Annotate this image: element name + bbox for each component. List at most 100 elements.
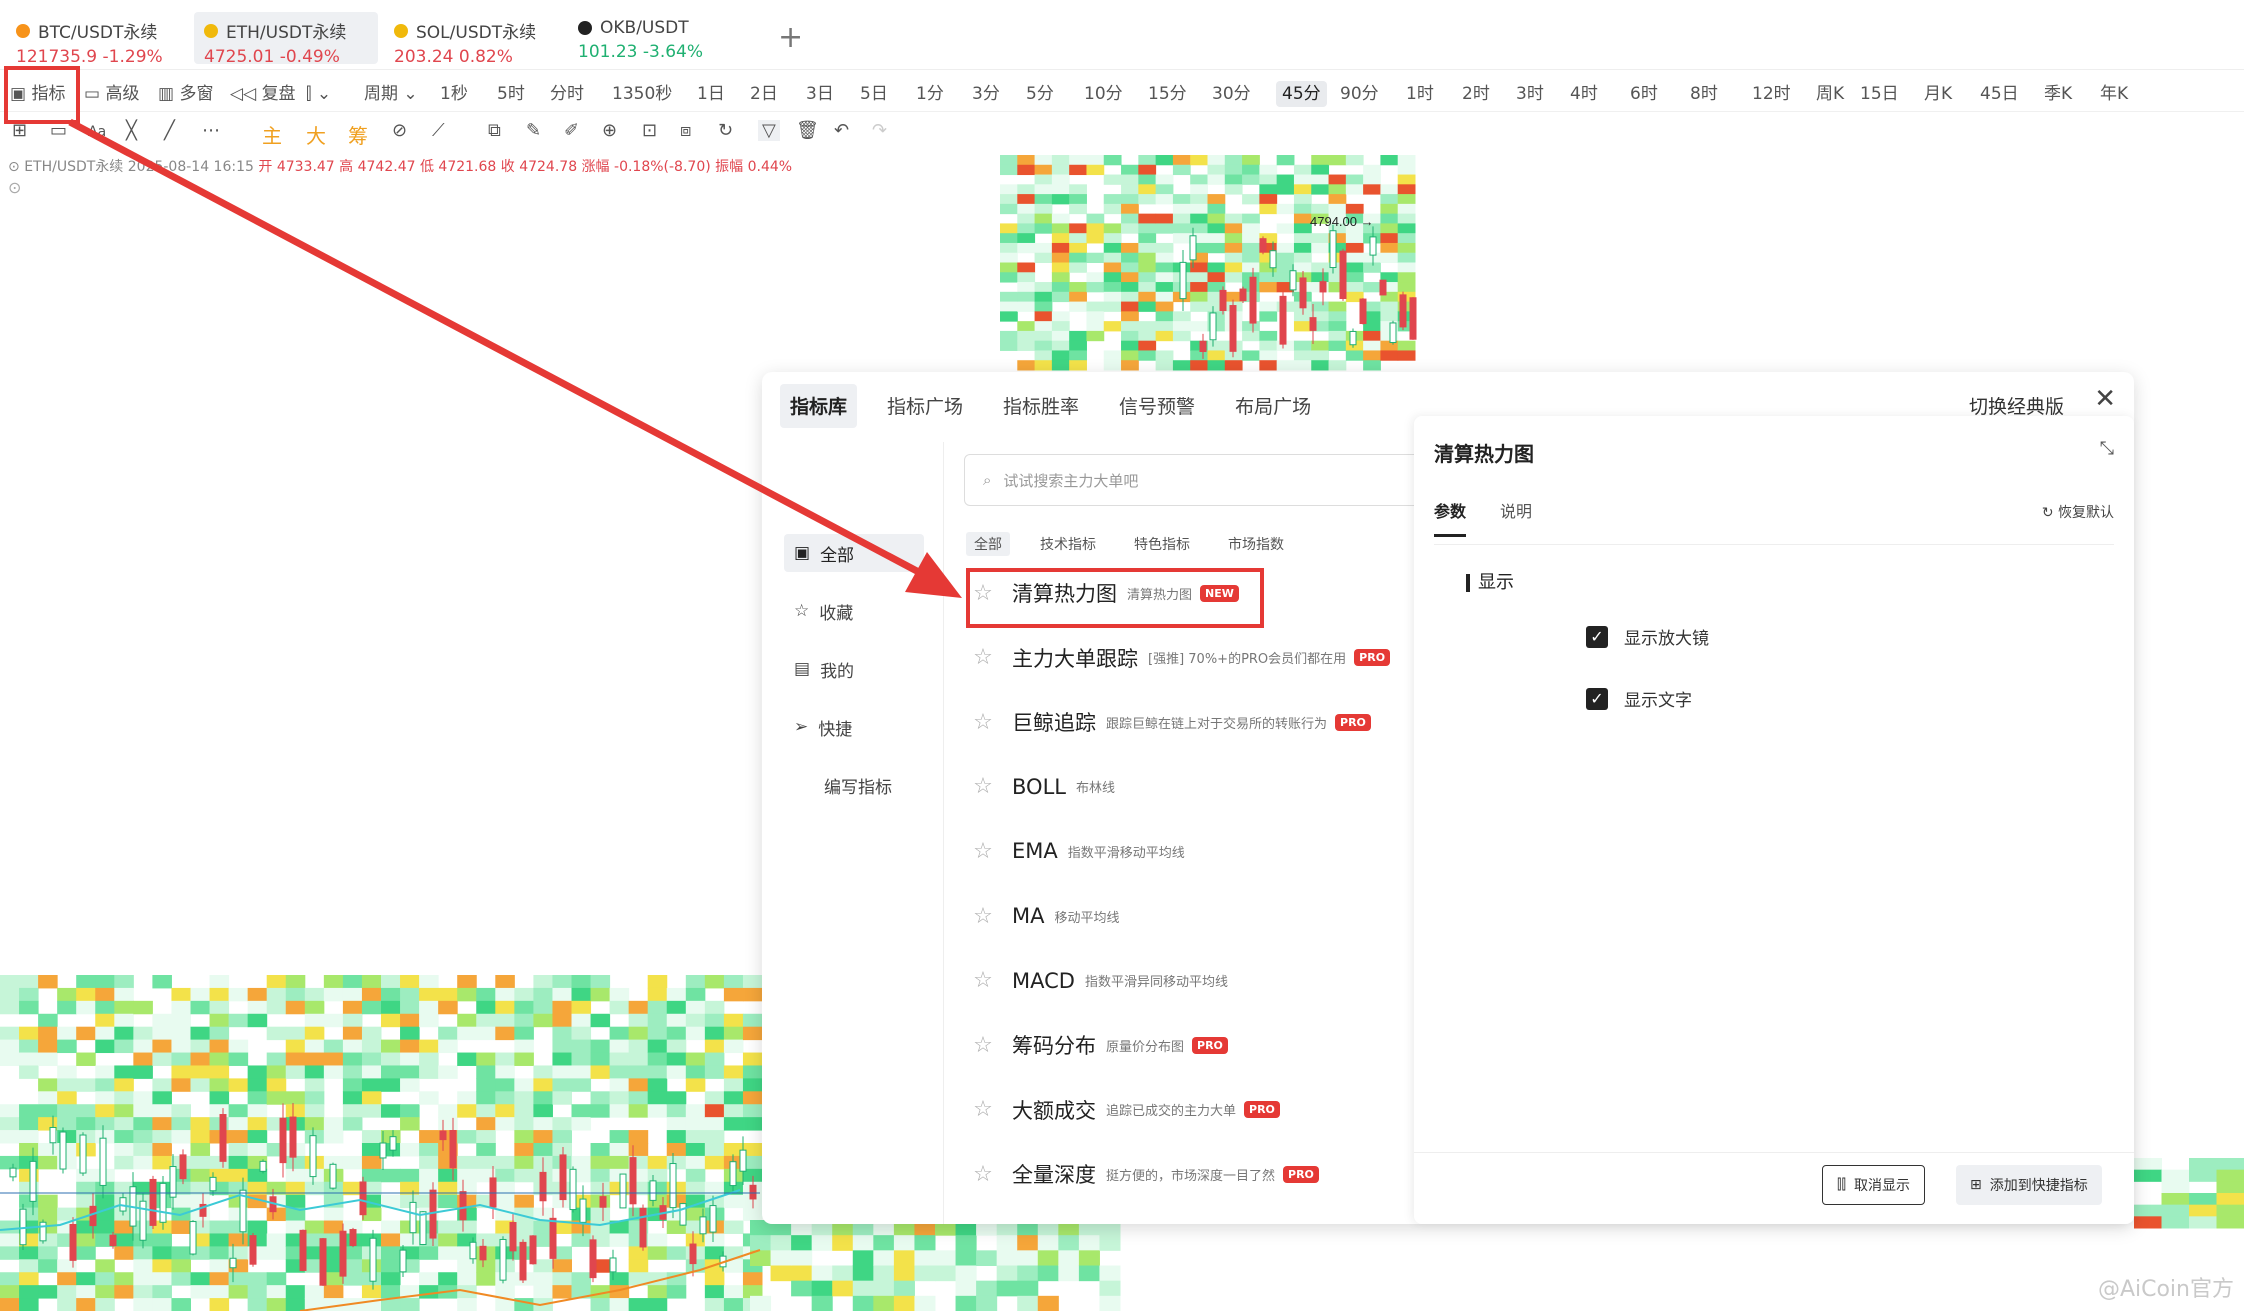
period-option[interactable]: 季K: [2044, 81, 2072, 107]
period-option[interactable]: 2日: [750, 81, 778, 107]
star-icon[interactable]: ☆: [964, 1162, 1002, 1187]
filter-icon[interactable]: ▽: [758, 120, 780, 141]
sidebar-item-favorites[interactable]: ☆ 收藏: [784, 592, 924, 630]
cancel-display-button[interactable]: ⫿⫿ 取消显示: [1822, 1165, 1925, 1205]
draw-a-icon[interactable]: ⊘: [392, 120, 407, 141]
add-quick-indicator-button[interactable]: ⊞ 添加到快捷指标: [1956, 1165, 2102, 1205]
tab-indicator-square[interactable]: 指标广场: [877, 384, 973, 428]
period-dropdown[interactable]: 周期 ⌄: [364, 81, 418, 107]
sidebar-item-write[interactable]: 编写指标: [784, 766, 924, 804]
period-option[interactable]: 3分: [972, 81, 1000, 107]
big-tool[interactable]: 大: [306, 120, 326, 149]
period-option[interactable]: 4时: [1570, 81, 1598, 107]
period-option[interactable]: 周K: [1816, 81, 1844, 107]
indicator-item[interactable]: ☆ 筹码分布 原量价分布图 PRO: [964, 1022, 1228, 1068]
option-magnifier[interactable]: ✓ 显示放大镜: [1586, 624, 1709, 649]
checkbox-checked-icon[interactable]: ✓: [1586, 687, 1608, 710]
chart-type-button[interactable]: ⫿ ⌄: [306, 81, 331, 107]
indicator-search[interactable]: ⌕ 试试搜索主力大单吧: [964, 454, 1484, 506]
period-option[interactable]: 分时: [550, 81, 584, 107]
line-tool-icon[interactable]: ╱: [164, 120, 175, 141]
undo-icon[interactable]: ↶: [834, 120, 849, 141]
filter-all[interactable]: 全部: [966, 532, 1010, 556]
period-option[interactable]: 15分: [1148, 81, 1187, 107]
trash-icon[interactable]: 🗑: [796, 120, 819, 141]
period-option[interactable]: 1秒: [440, 81, 468, 107]
collapse-icon[interactable]: ⊙: [8, 159, 20, 175]
star-icon[interactable]: ☆: [964, 839, 1002, 864]
period-option[interactable]: 3日: [806, 81, 834, 107]
tab-description[interactable]: 说明: [1500, 498, 1532, 537]
tab-indicator-library[interactable]: 指标库: [780, 384, 858, 428]
filter-technical[interactable]: 技术指标: [1032, 532, 1104, 556]
chip-tool[interactable]: 筹: [348, 120, 368, 149]
tab-okb[interactable]: OKB/USDT 101.23 -3.64%: [568, 12, 738, 64]
option-text[interactable]: ✓ 显示文字: [1586, 686, 1692, 711]
close-icon[interactable]: ✕: [2094, 384, 2116, 414]
star-icon[interactable]: ☆: [964, 968, 1002, 993]
reset-default-button[interactable]: ↻ 恢复默认: [2042, 502, 2114, 522]
period-option[interactable]: 1分: [916, 81, 944, 107]
pencil-icon[interactable]: ✎: [526, 120, 541, 141]
lock-icon[interactable]: ⊡: [642, 120, 657, 141]
sidebar-item-mine[interactable]: ▤ 我的: [784, 650, 924, 688]
more-icon[interactable]: ⋯: [202, 120, 220, 141]
add-tab-button[interactable]: +: [778, 20, 803, 55]
star-icon[interactable]: ☆: [964, 710, 1002, 735]
period-option[interactable]: 6时: [1630, 81, 1658, 107]
period-option[interactable]: 30分: [1212, 81, 1251, 107]
period-option[interactable]: 90分: [1340, 81, 1379, 107]
period-option[interactable]: 5时: [497, 81, 525, 107]
period-option[interactable]: 1日: [697, 81, 725, 107]
period-option[interactable]: 45日: [1980, 81, 2019, 107]
redo-icon[interactable]: ↷: [872, 120, 887, 141]
multi-window-button[interactable]: ▥ 多窗: [158, 81, 213, 107]
indicator-item[interactable]: ☆ 全量深度 挺方便的，市场深度一目了然 PRO: [964, 1151, 1319, 1197]
period-option[interactable]: 2时: [1462, 81, 1490, 107]
cross-line-icon[interactable]: ╳: [126, 120, 137, 141]
tab-layout-square[interactable]: 布局广场: [1225, 384, 1321, 428]
advanced-button[interactable]: ▭ 高级: [84, 81, 139, 107]
filter-market-index[interactable]: 市场指数: [1220, 532, 1292, 556]
period-option[interactable]: 1时: [1406, 81, 1434, 107]
checkbox-checked-icon[interactable]: ✓: [1586, 625, 1608, 648]
indicator-item[interactable]: ☆ MA 移动平均线: [964, 893, 1119, 939]
star-icon[interactable]: ☆: [964, 1097, 1002, 1122]
period-option[interactable]: 15日: [1860, 81, 1899, 107]
star-icon[interactable]: ☆: [964, 904, 1002, 929]
switch-classic-link[interactable]: 切换经典版: [1969, 392, 2064, 419]
period-option[interactable]: 月K: [1924, 81, 1952, 107]
draw-b-icon[interactable]: ⟋: [432, 120, 445, 141]
tab-signal-alert[interactable]: 信号预警: [1109, 384, 1205, 428]
period-option[interactable]: 3时: [1516, 81, 1544, 107]
main-tool[interactable]: 主: [262, 120, 282, 149]
star-icon[interactable]: ☆: [964, 1033, 1002, 1058]
period-option[interactable]: 12时: [1752, 81, 1791, 107]
tab-params[interactable]: 参数: [1434, 498, 1467, 537]
grid-icon[interactable]: ⊞: [12, 120, 27, 141]
filter-featured[interactable]: 特色指标: [1126, 532, 1198, 556]
collapse-icon[interactable]: ⤡: [2100, 438, 2114, 459]
brush-icon[interactable]: ✐: [564, 120, 579, 141]
indicator-item[interactable]: ☆ EMA 指数平滑移动平均线: [964, 828, 1185, 874]
replay-button[interactable]: ◁◁ 复盘: [230, 81, 296, 107]
copy-icon[interactable]: ⧉: [488, 120, 501, 141]
period-option[interactable]: 8时: [1690, 81, 1718, 107]
magnet-icon[interactable]: ↻: [718, 120, 733, 141]
indicator-item[interactable]: ☆ MACD 指数平滑异同移动平均线: [964, 958, 1228, 1004]
measure-icon[interactable]: ⊕: [602, 120, 617, 141]
sidebar-item-all[interactable]: ▣ 全部: [784, 534, 924, 572]
period-option[interactable]: 5分: [1026, 81, 1054, 107]
tab-btc[interactable]: BTC/USDT永续 121735.9 -1.29%: [6, 12, 186, 67]
period-option[interactable]: 1350秒: [612, 81, 672, 107]
indicator-item[interactable]: ☆ BOLL 布林线: [964, 764, 1115, 810]
edit-icon[interactable]: ⧈: [680, 120, 691, 141]
period-option[interactable]: 5日: [860, 81, 888, 107]
period-option[interactable]: 年K: [2100, 81, 2128, 107]
rect-icon[interactable]: ▭: [50, 120, 67, 141]
period-option[interactable]: 45分: [1276, 81, 1327, 107]
tab-indicator-winrate[interactable]: 指标胜率: [993, 384, 1089, 428]
period-option[interactable]: 10分: [1084, 81, 1123, 107]
star-icon[interactable]: ☆: [964, 774, 1002, 799]
indicator-item[interactable]: ☆ 大额成交 追踪已成交的主力大单 PRO: [964, 1087, 1280, 1133]
